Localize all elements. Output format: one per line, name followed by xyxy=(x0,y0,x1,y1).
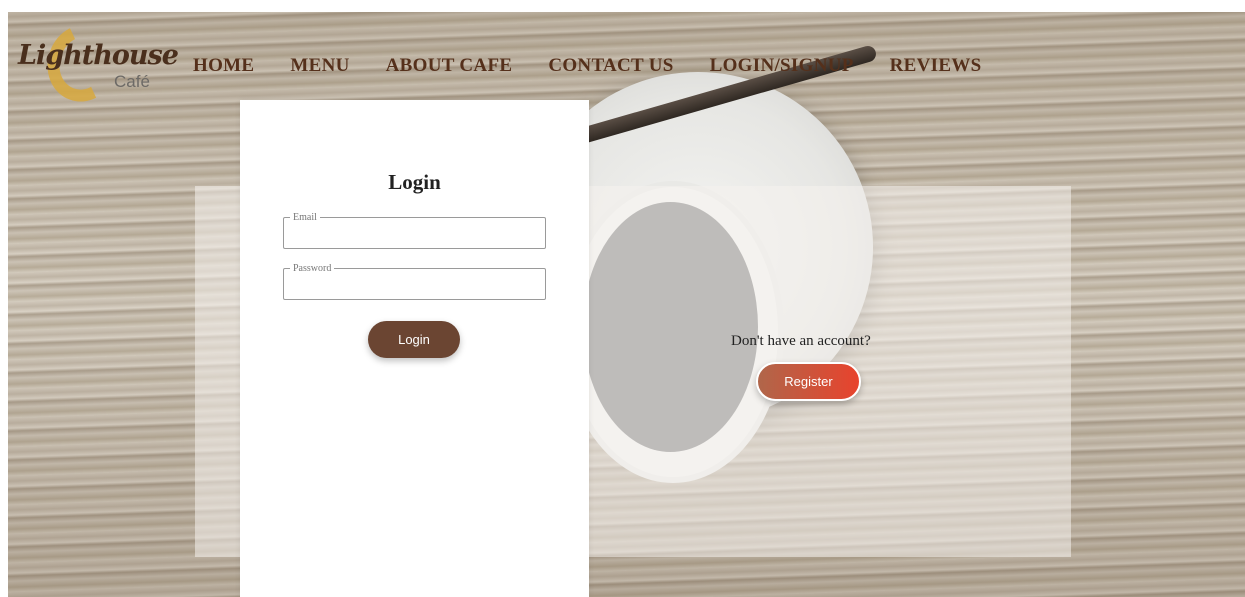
nav-reviews-link[interactable]: REVIEWS xyxy=(890,55,982,77)
password-input[interactable] xyxy=(290,274,549,298)
nav-home-link[interactable]: HOME xyxy=(193,55,254,77)
nav-login-signup-link[interactable]: LOGIN/SIGNUP xyxy=(710,55,854,77)
register-button[interactable]: Register xyxy=(756,362,861,401)
logo-wordmark: Lighthouse xyxy=(18,40,179,71)
register-prompt: Don't have an account? xyxy=(731,333,871,349)
password-fieldset: Password xyxy=(283,263,549,300)
password-label: Password xyxy=(293,263,332,274)
brand-logo[interactable]: Lighthouse Café xyxy=(18,14,179,112)
nav-links: HOME MENU ABOUT CAFE CONTACT US LOGIN/SI… xyxy=(193,55,1018,77)
email-input[interactable] xyxy=(290,223,549,247)
email-fieldset: Email xyxy=(283,212,549,249)
nav-about-link[interactable]: ABOUT CAFE xyxy=(386,55,513,77)
nav-contact-link[interactable]: CONTACT US xyxy=(548,55,673,77)
logo-subtitle: Café xyxy=(114,72,150,91)
top-navigation: Lighthouse Café HOME MENU ABOUT CAFE CON… xyxy=(8,12,1245,112)
page-frame: Lighthouse Café HOME MENU ABOUT CAFE CON… xyxy=(8,12,1245,597)
nav-menu-link[interactable]: MENU xyxy=(290,55,349,77)
email-label: Email xyxy=(293,212,317,223)
login-card: Login Email Password Login xyxy=(240,100,589,597)
login-button[interactable]: Login xyxy=(368,321,460,358)
login-title: Login xyxy=(388,170,441,194)
